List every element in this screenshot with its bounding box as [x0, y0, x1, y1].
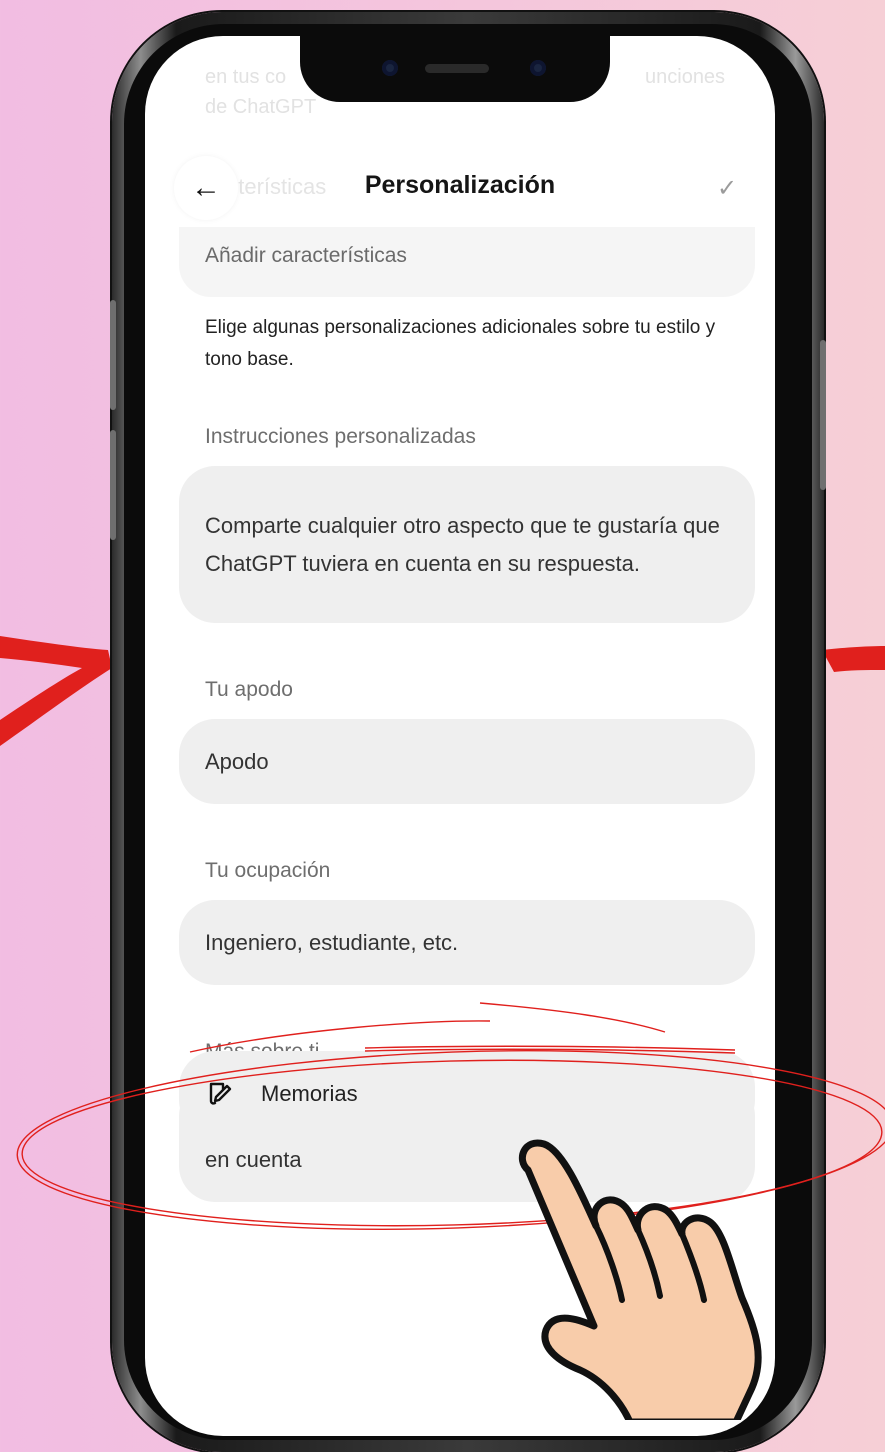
top-bar: acterísticas ← Personalización ✓ — [145, 154, 775, 220]
phone-side-button-right — [820, 340, 826, 490]
traits-placeholder: Añadir características — [205, 244, 407, 267]
nickname-field[interactable]: Apodo — [179, 719, 755, 804]
pointing-hand-icon — [519, 1139, 762, 1420]
save-button[interactable]: ✓ — [695, 156, 759, 220]
custom-instructions-label: Instrucciones personalizadas — [205, 425, 476, 448]
memories-label: Memorias — [261, 1080, 358, 1106]
notch — [300, 36, 610, 102]
background-text-line1-right: unciones — [645, 66, 726, 88]
nickname-label: Tu apodo — [205, 678, 293, 701]
custom-instructions-placeholder: Comparte cualquier otro aspecto que te g… — [205, 512, 720, 576]
page-title: Personalización — [364, 171, 556, 199]
traits-field[interactable]: Añadir características — [179, 227, 755, 297]
occupation-label: Tu ocupación — [205, 859, 331, 882]
sensor — [530, 60, 546, 76]
occupation-field[interactable]: Ingeniero, estudiante, etc. — [179, 900, 755, 985]
phone-side-button-left-1 — [110, 300, 116, 410]
check-icon: ✓ — [716, 174, 738, 202]
memories-button[interactable]: Memorias — [179, 1051, 755, 1136]
speaker-grille — [425, 64, 489, 73]
red-arrow-right — [822, 646, 885, 672]
red-arrow-left — [0, 636, 112, 746]
background-text-line2: de ChatGPT — [205, 96, 317, 118]
traits-description: Elige algunas personalizaciones adiciona… — [205, 317, 716, 370]
background-text-line1-left: en tus co — [205, 66, 287, 88]
occupation-placeholder: Ingeniero, estudiante, etc. — [205, 929, 459, 955]
nickname-placeholder: Apodo — [205, 748, 269, 774]
phone-side-button-left-2 — [110, 430, 116, 540]
memory-icon — [209, 1082, 232, 1105]
front-camera — [382, 60, 398, 76]
custom-instructions-field[interactable]: Comparte cualquier otro aspecto que te g… — [179, 466, 755, 623]
